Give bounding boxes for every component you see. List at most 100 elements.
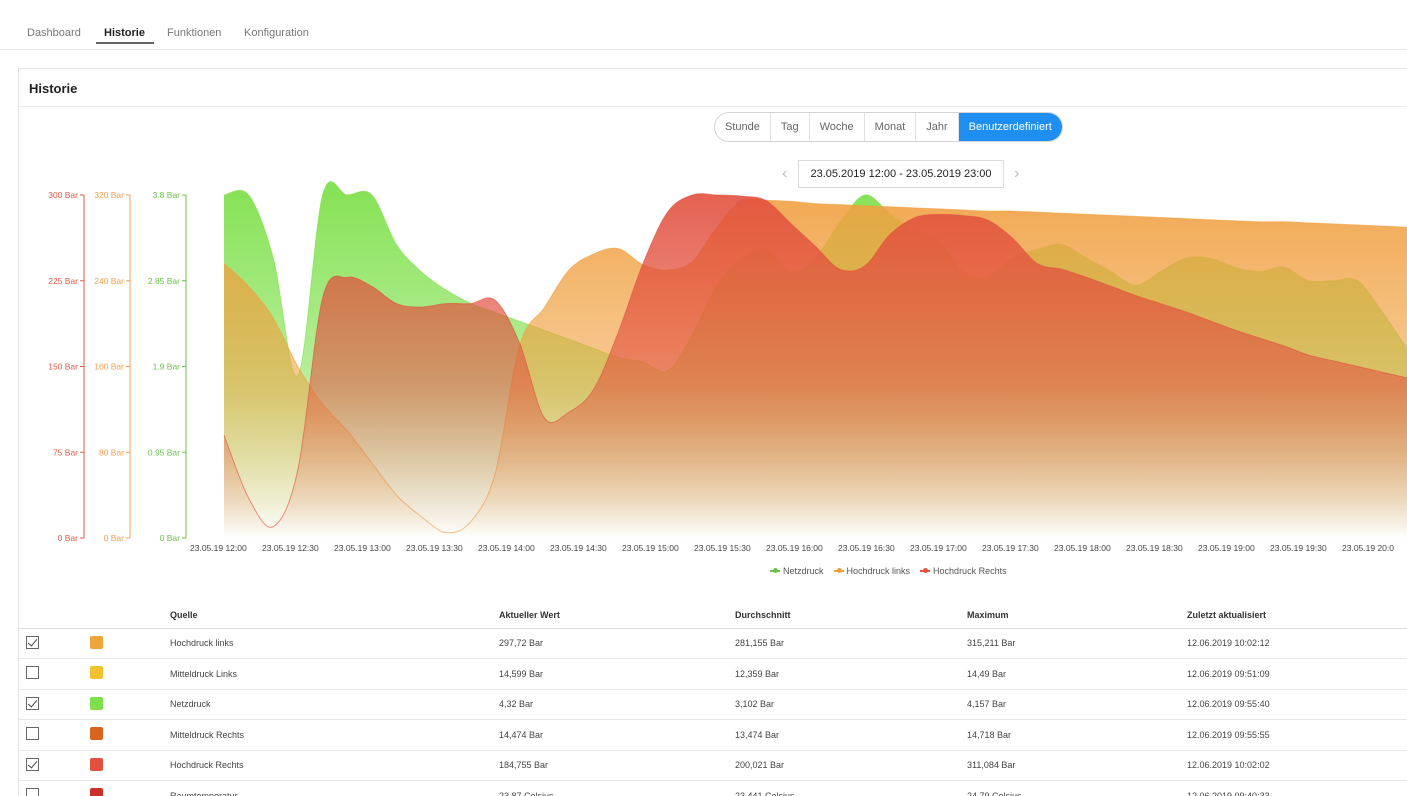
cell-durchschnitt: 13,474 Bar: [735, 719, 967, 751]
row-checkbox-cell: [18, 780, 90, 796]
legend-marker-icon: [833, 568, 844, 573]
header-zuletzt-aktualisiert[interactable]: Zuletzt aktualisiert: [1187, 602, 1407, 629]
cell-maximum: 4,157 Bar: [967, 689, 1187, 720]
legend-label: Hochdruck Rechts: [933, 566, 1007, 576]
tab-konfiguration[interactable]: Konfiguration: [244, 27, 309, 39]
legend-label: Netzdruck: [783, 566, 824, 576]
cell-maximum: 14,718 Bar: [967, 719, 1187, 751]
table-row[interactable]: Netzdruck 4,32 Bar 3,102 Bar 4,157 Bar 12.06…: [18, 689, 1407, 720]
x-axis-tick-label: 23.05.19 16:30: [838, 543, 895, 553]
header-durchschnitt[interactable]: Durchschnitt: [735, 602, 967, 629]
row-checkbox[interactable]: [26, 635, 39, 649]
row-checkbox[interactable]: [26, 757, 39, 771]
panel-title: Historie: [29, 81, 78, 96]
y-axis-tick-label: 3.8 Bar: [153, 190, 181, 200]
header-maximum[interactable]: Maximum: [967, 602, 1187, 629]
legend-marker-icon: [920, 568, 931, 573]
range-button-woche[interactable]: Woche: [810, 113, 865, 141]
y-axis-tick-label: 1.9 Bar: [153, 362, 181, 372]
cell-zuletzt-aktualisiert: 12.06.2019 09:55:55: [1187, 719, 1407, 751]
legend-item-hochdruck-links[interactable]: Hochdruck links: [833, 566, 910, 576]
cell-aktueller-wert: 23,87 Celsius: [499, 780, 735, 796]
cell-durchschnitt: 23,441 Celsius: [735, 780, 967, 796]
cell-zuletzt-aktualisiert: 12.06.2019 10:02:12: [1187, 628, 1407, 659]
cell-durchschnitt: 200,021 Bar: [735, 750, 967, 781]
legend-item-hochdruck-rechts[interactable]: Hochdruck Rechts: [920, 566, 1007, 576]
row-checkbox-cell: [18, 658, 90, 690]
y-axis-tick-label: 240 Bar: [94, 276, 124, 286]
series-color-swatch: [90, 727, 103, 741]
row-checkbox[interactable]: [26, 666, 39, 680]
tab-funktionen[interactable]: Funktionen: [167, 27, 221, 39]
y-axis-tick-label: 80 Bar: [99, 447, 124, 457]
y-axis-tick-label: 0 Bar: [160, 533, 180, 543]
row-color-cell: [90, 750, 170, 781]
table-row[interactable]: Hochdruck links 297,72 Bar 281,155 Bar 315,…: [18, 628, 1407, 659]
row-checkbox[interactable]: [26, 727, 39, 741]
x-axis-tick-label: 23.05.19 20:0: [1342, 543, 1394, 553]
cell-quelle: Mitteldruck Links: [170, 658, 499, 690]
row-color-cell: [90, 719, 170, 751]
time-range-selector: Stunde Tag Woche Monat Jahr Benutzerdefi…: [714, 112, 1063, 142]
row-color-cell: [90, 689, 170, 720]
range-button-benutzerdefiniert[interactable]: Benutzerdefiniert: [958, 113, 1062, 141]
legend-marker-icon: [770, 568, 780, 573]
cell-aktueller-wert: 14,474 Bar: [499, 719, 735, 751]
range-button-stunde[interactable]: Stunde: [715, 113, 771, 141]
y-axis-tick-label: 300 Bar: [48, 190, 78, 200]
cell-aktueller-wert: 297,72 Bar: [499, 628, 735, 659]
history-chart: 300 Bar 225 Bar 150 Bar 75 Bar 0 Bar 320 Bar 2…: [48, 181, 1407, 553]
cell-durchschnitt: 12,359 Bar: [735, 658, 967, 690]
cell-quelle: Mitteldruck Rechts: [170, 719, 499, 751]
cell-quelle: Raumtemperatur: [170, 780, 499, 796]
table-row[interactable]: Mitteldruck Rechts 14,474 Bar 13,474 Bar 14…: [18, 719, 1407, 751]
x-axis-tick-label: 23.05.19 16:00: [766, 543, 823, 553]
cell-durchschnitt: 281,155 Bar: [735, 628, 967, 659]
range-button-jahr[interactable]: Jahr: [916, 113, 959, 141]
cell-quelle: Netzdruck: [170, 689, 499, 720]
x-axis-tick-label: 23.05.19 15:30: [694, 543, 751, 553]
header-color: [90, 602, 170, 629]
y-axis-tick-label: 2.85 Bar: [148, 276, 180, 286]
x-axis-tick-label: 23.05.19 13:00: [334, 543, 391, 553]
table-row[interactable]: Hochdruck Rechts 184,755 Bar 200,021 Bar 31…: [18, 750, 1407, 781]
series-color-swatch: [90, 788, 103, 796]
x-axis-tick-label: 23.05.19 19:00: [1198, 543, 1255, 553]
row-checkbox[interactable]: [26, 696, 39, 710]
row-checkbox-cell: [18, 750, 90, 781]
cell-quelle: Hochdruck Rechts: [170, 750, 499, 781]
table-row[interactable]: Mitteldruck Links 14,599 Bar 12,359 Bar 14,…: [18, 658, 1407, 690]
cell-aktueller-wert: 4,32 Bar: [499, 689, 735, 720]
cell-quelle: Hochdruck links: [170, 628, 499, 659]
row-checkbox-cell: [18, 689, 90, 720]
row-checkbox-cell: [18, 628, 90, 659]
x-axis-tick-label: 23.05.19 13:30: [406, 543, 463, 553]
cell-zuletzt-aktualisiert: 12.06.2019 09:40:33: [1187, 780, 1407, 796]
range-button-tag[interactable]: Tag: [771, 113, 810, 141]
cell-zuletzt-aktualisiert: 12.06.2019 09:55:40: [1187, 689, 1407, 720]
legend-item-netzdruck[interactable]: Netzdruck: [770, 566, 824, 576]
cell-maximum: 24,79 Celsius: [967, 780, 1187, 796]
series-color-swatch: [90, 666, 103, 680]
table-row[interactable]: Raumtemperatur 23,87 Celsius 23,441 Celsiu…: [18, 780, 1407, 796]
cell-zuletzt-aktualisiert: 12.06.2019 10:02:02: [1187, 750, 1407, 781]
active-tab-indicator: [96, 42, 154, 44]
y-axis-tick-label: 225 Bar: [48, 276, 78, 286]
cell-aktueller-wert: 184,755 Bar: [499, 750, 735, 781]
range-button-monat[interactable]: Monat: [865, 113, 917, 141]
x-axis-tick-label: 23.05.19 17:00: [910, 543, 967, 553]
tab-dashboard[interactable]: Dashboard: [27, 27, 81, 39]
table-body: Hochdruck links 297,72 Bar 281,155 Bar 315,…: [18, 628, 1407, 796]
x-axis-tick-label: 23.05.19 14:30: [550, 543, 607, 553]
header-quelle[interactable]: Quelle: [170, 602, 499, 629]
row-checkbox-cell: [18, 719, 90, 751]
row-checkbox[interactable]: [26, 788, 39, 796]
tab-historie[interactable]: Historie: [104, 27, 145, 39]
header-aktueller-wert[interactable]: Aktueller Wert: [499, 602, 735, 629]
row-color-cell: [90, 628, 170, 659]
chart-legend: Netzdruck Hochdruck links Hochdruck Rech…: [770, 566, 1007, 576]
top-navigation: Dashboard Historie Funktionen Konfigurat…: [0, 0, 1407, 50]
cell-durchschnitt: 3,102 Bar: [735, 689, 967, 720]
row-color-cell: [90, 780, 170, 796]
y-axis-tick-label: 0.95 Bar: [148, 447, 180, 457]
